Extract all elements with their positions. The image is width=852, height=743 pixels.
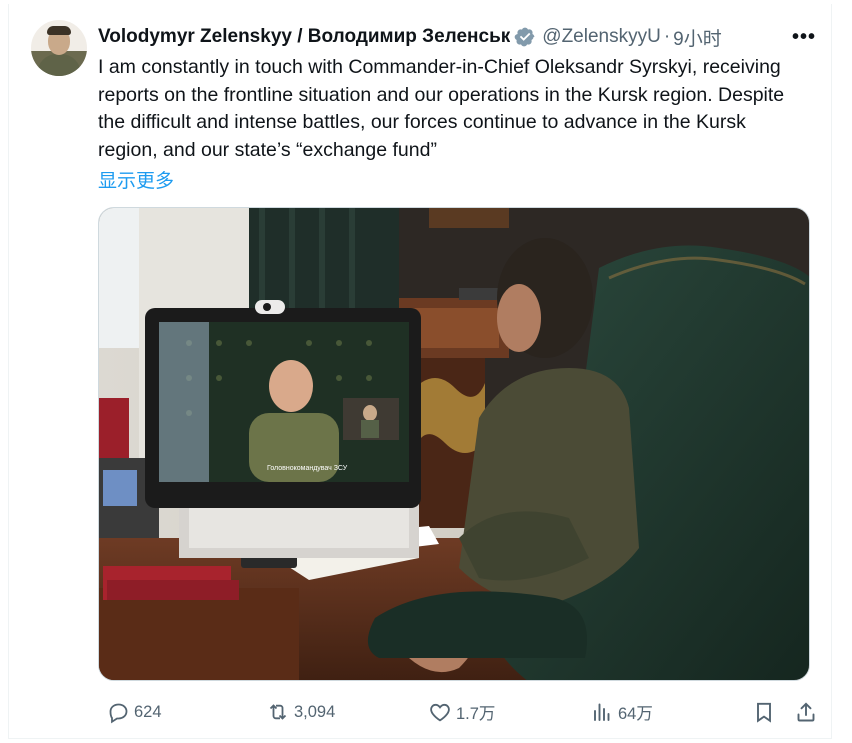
- user-handle[interactable]: @ZelenskyyU: [542, 26, 661, 48]
- separator-dot: ·: [663, 26, 671, 47]
- reply-count: 624: [134, 702, 162, 721]
- reply-button[interactable]: 624: [106, 698, 162, 726]
- retweet-icon: [269, 704, 287, 720]
- tweet-photo[interactable]: Головнокомандувач ЗСУ: [98, 207, 810, 681]
- tweet-text: I am constantly in touch with Commander-…: [98, 56, 785, 161]
- photo-caption: Головнокомандувач ЗСУ: [267, 465, 348, 472]
- avatar[interactable]: [31, 20, 87, 76]
- views-button[interactable]: 64万: [590, 698, 653, 726]
- tweet-header: Volodymyr Zelenskyy / Володимир Зеленськ…: [98, 24, 818, 50]
- timestamp[interactable]: 9小时: [673, 24, 722, 51]
- display-name[interactable]: Volodymyr Zelenskyy / Володимир Зеленськ: [98, 26, 510, 48]
- more-icon: •••: [791, 25, 816, 48]
- action-bar: 624 3,094 1.7万 64万: [98, 698, 815, 726]
- share-icon: [797, 702, 815, 722]
- bookmark-icon: [757, 702, 771, 723]
- photo-illustration: Головнокомандувач ЗСУ: [99, 208, 809, 680]
- retweet-button[interactable]: 3,094: [266, 698, 335, 726]
- verified-badge-icon: [514, 27, 535, 47]
- views-chart-icon: [594, 703, 610, 721]
- like-count: 1.7万: [456, 705, 496, 723]
- share-button[interactable]: [794, 698, 818, 726]
- reply-icon: [109, 703, 128, 724]
- more-options-button[interactable]: •••: [790, 24, 818, 50]
- like-button[interactable]: 1.7万: [428, 698, 495, 726]
- retweet-count: 3,094: [294, 702, 336, 721]
- bookmark-button[interactable]: [752, 698, 776, 726]
- heart-icon: [430, 703, 450, 722]
- tweet-card[interactable]: Volodymyr Zelenskyy / Володимир Зеленськ…: [8, 4, 832, 739]
- show-more-link[interactable]: 显示更多: [98, 166, 174, 193]
- views-count: 64万: [618, 705, 653, 723]
